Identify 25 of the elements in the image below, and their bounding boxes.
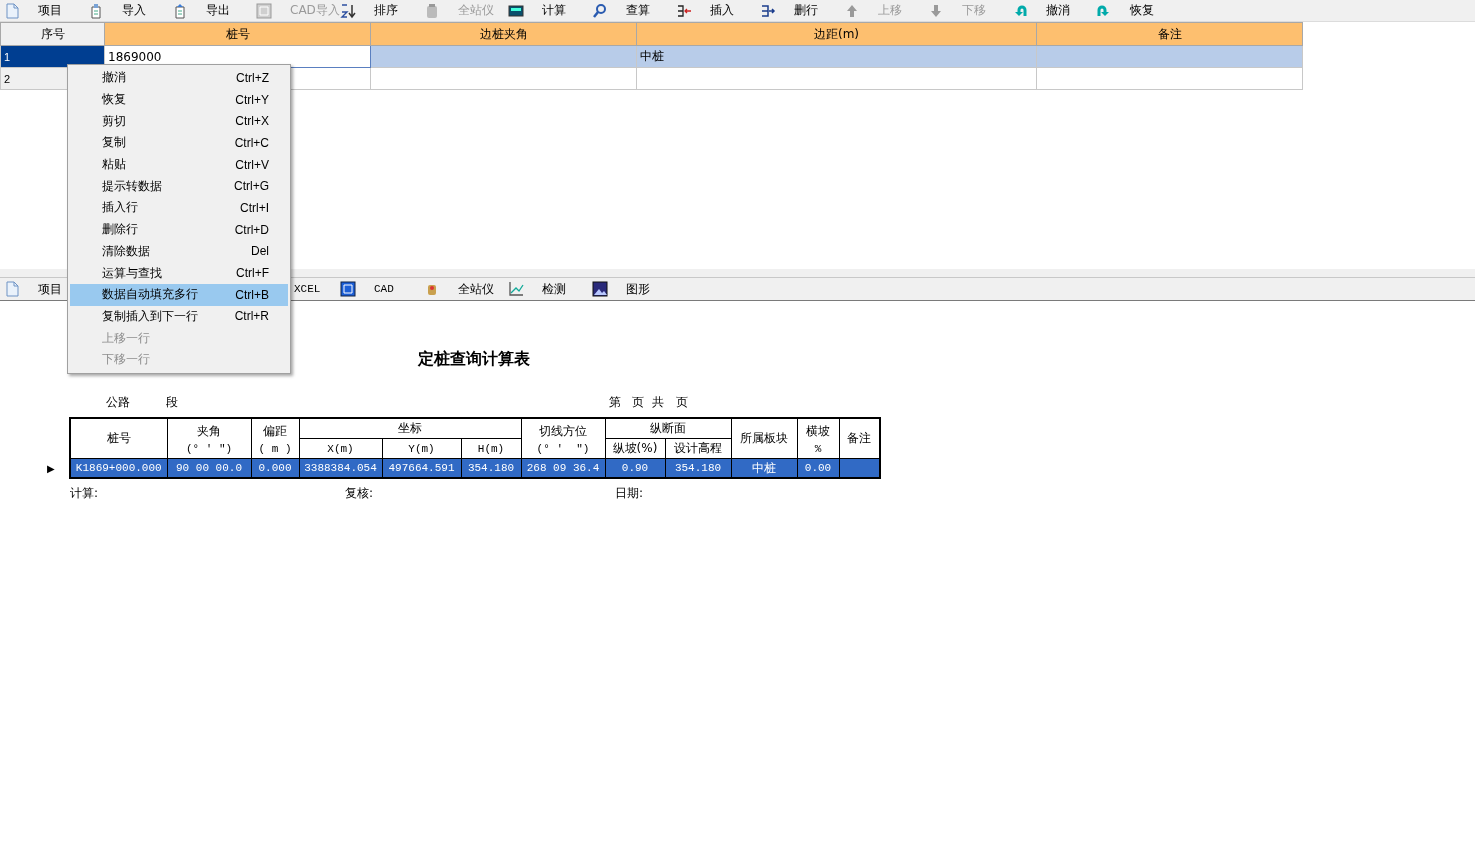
column-header: 切线方位 (538, 422, 588, 440)
footer-label: 复核: (345, 485, 375, 502)
road-label: 公路 (106, 393, 130, 411)
table-cell: K1869+000.000 (70, 458, 167, 478)
unit-label: % (813, 442, 823, 455)
column-header: 桩号 (70, 418, 167, 459)
column-header: 横坡 (805, 422, 831, 440)
table-cell: 中桩 (636, 45, 1037, 68)
column-header: X(m) (299, 438, 382, 459)
column-header: 偏距 (262, 422, 288, 440)
footer-label: 计算: (70, 485, 100, 502)
row-pointer-icon: ▶ (0, 459, 69, 479)
column-header: 纵断面 (605, 418, 731, 439)
page-label: 第 页 共 页 (609, 393, 688, 411)
column-header: 纵坡(%) (605, 438, 665, 459)
section-label: 段 (166, 393, 178, 411)
column-header: Y(m) (382, 438, 461, 459)
report-title: 定桩查询计算表 (418, 349, 530, 368)
column-header: 夹角 (196, 422, 222, 440)
column-header: 坐标 (299, 418, 521, 439)
unit-label: ( m ) (257, 442, 293, 455)
unit-label: (° ′ ″) (184, 442, 234, 455)
footer-label: 日期: (615, 485, 644, 502)
column-header: 所属板块 (731, 418, 797, 459)
unit-label: (° ′ ″) (535, 442, 591, 455)
